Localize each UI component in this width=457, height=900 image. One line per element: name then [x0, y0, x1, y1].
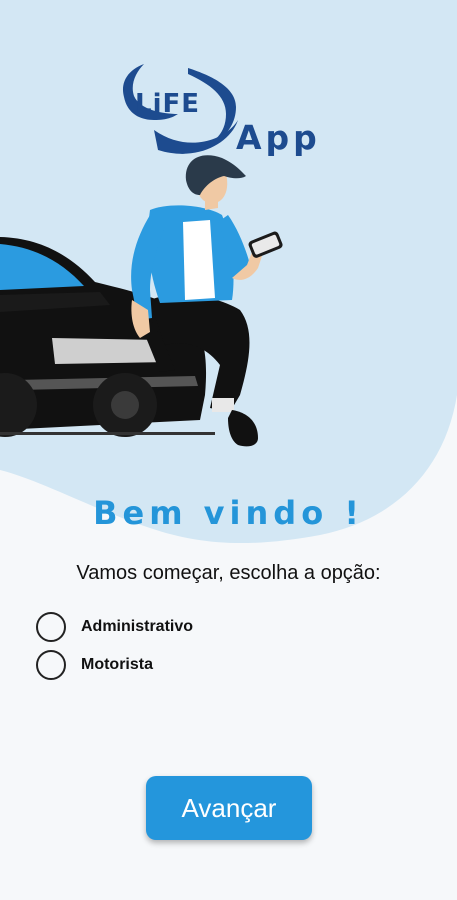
option-administrativo[interactable]: Administrativo — [36, 609, 193, 645]
option-label: Motorista — [81, 656, 153, 673]
option-motorista[interactable]: Motorista — [36, 647, 153, 683]
radio-administrativo[interactable] — [36, 612, 66, 642]
life-app-logo: LiFE App — [118, 62, 333, 172]
logo-suffix-text: App — [236, 118, 321, 157]
radio-motorista[interactable] — [36, 650, 66, 680]
logo-brand-text: LiFE — [135, 89, 201, 119]
choose-option-prompt: Vamos começar, escolha a opção: — [76, 562, 381, 584]
option-label: Administrativo — [81, 618, 194, 635]
next-button[interactable]: Avançar — [146, 776, 312, 840]
welcome-title: Bem vindo ! — [93, 494, 364, 532]
